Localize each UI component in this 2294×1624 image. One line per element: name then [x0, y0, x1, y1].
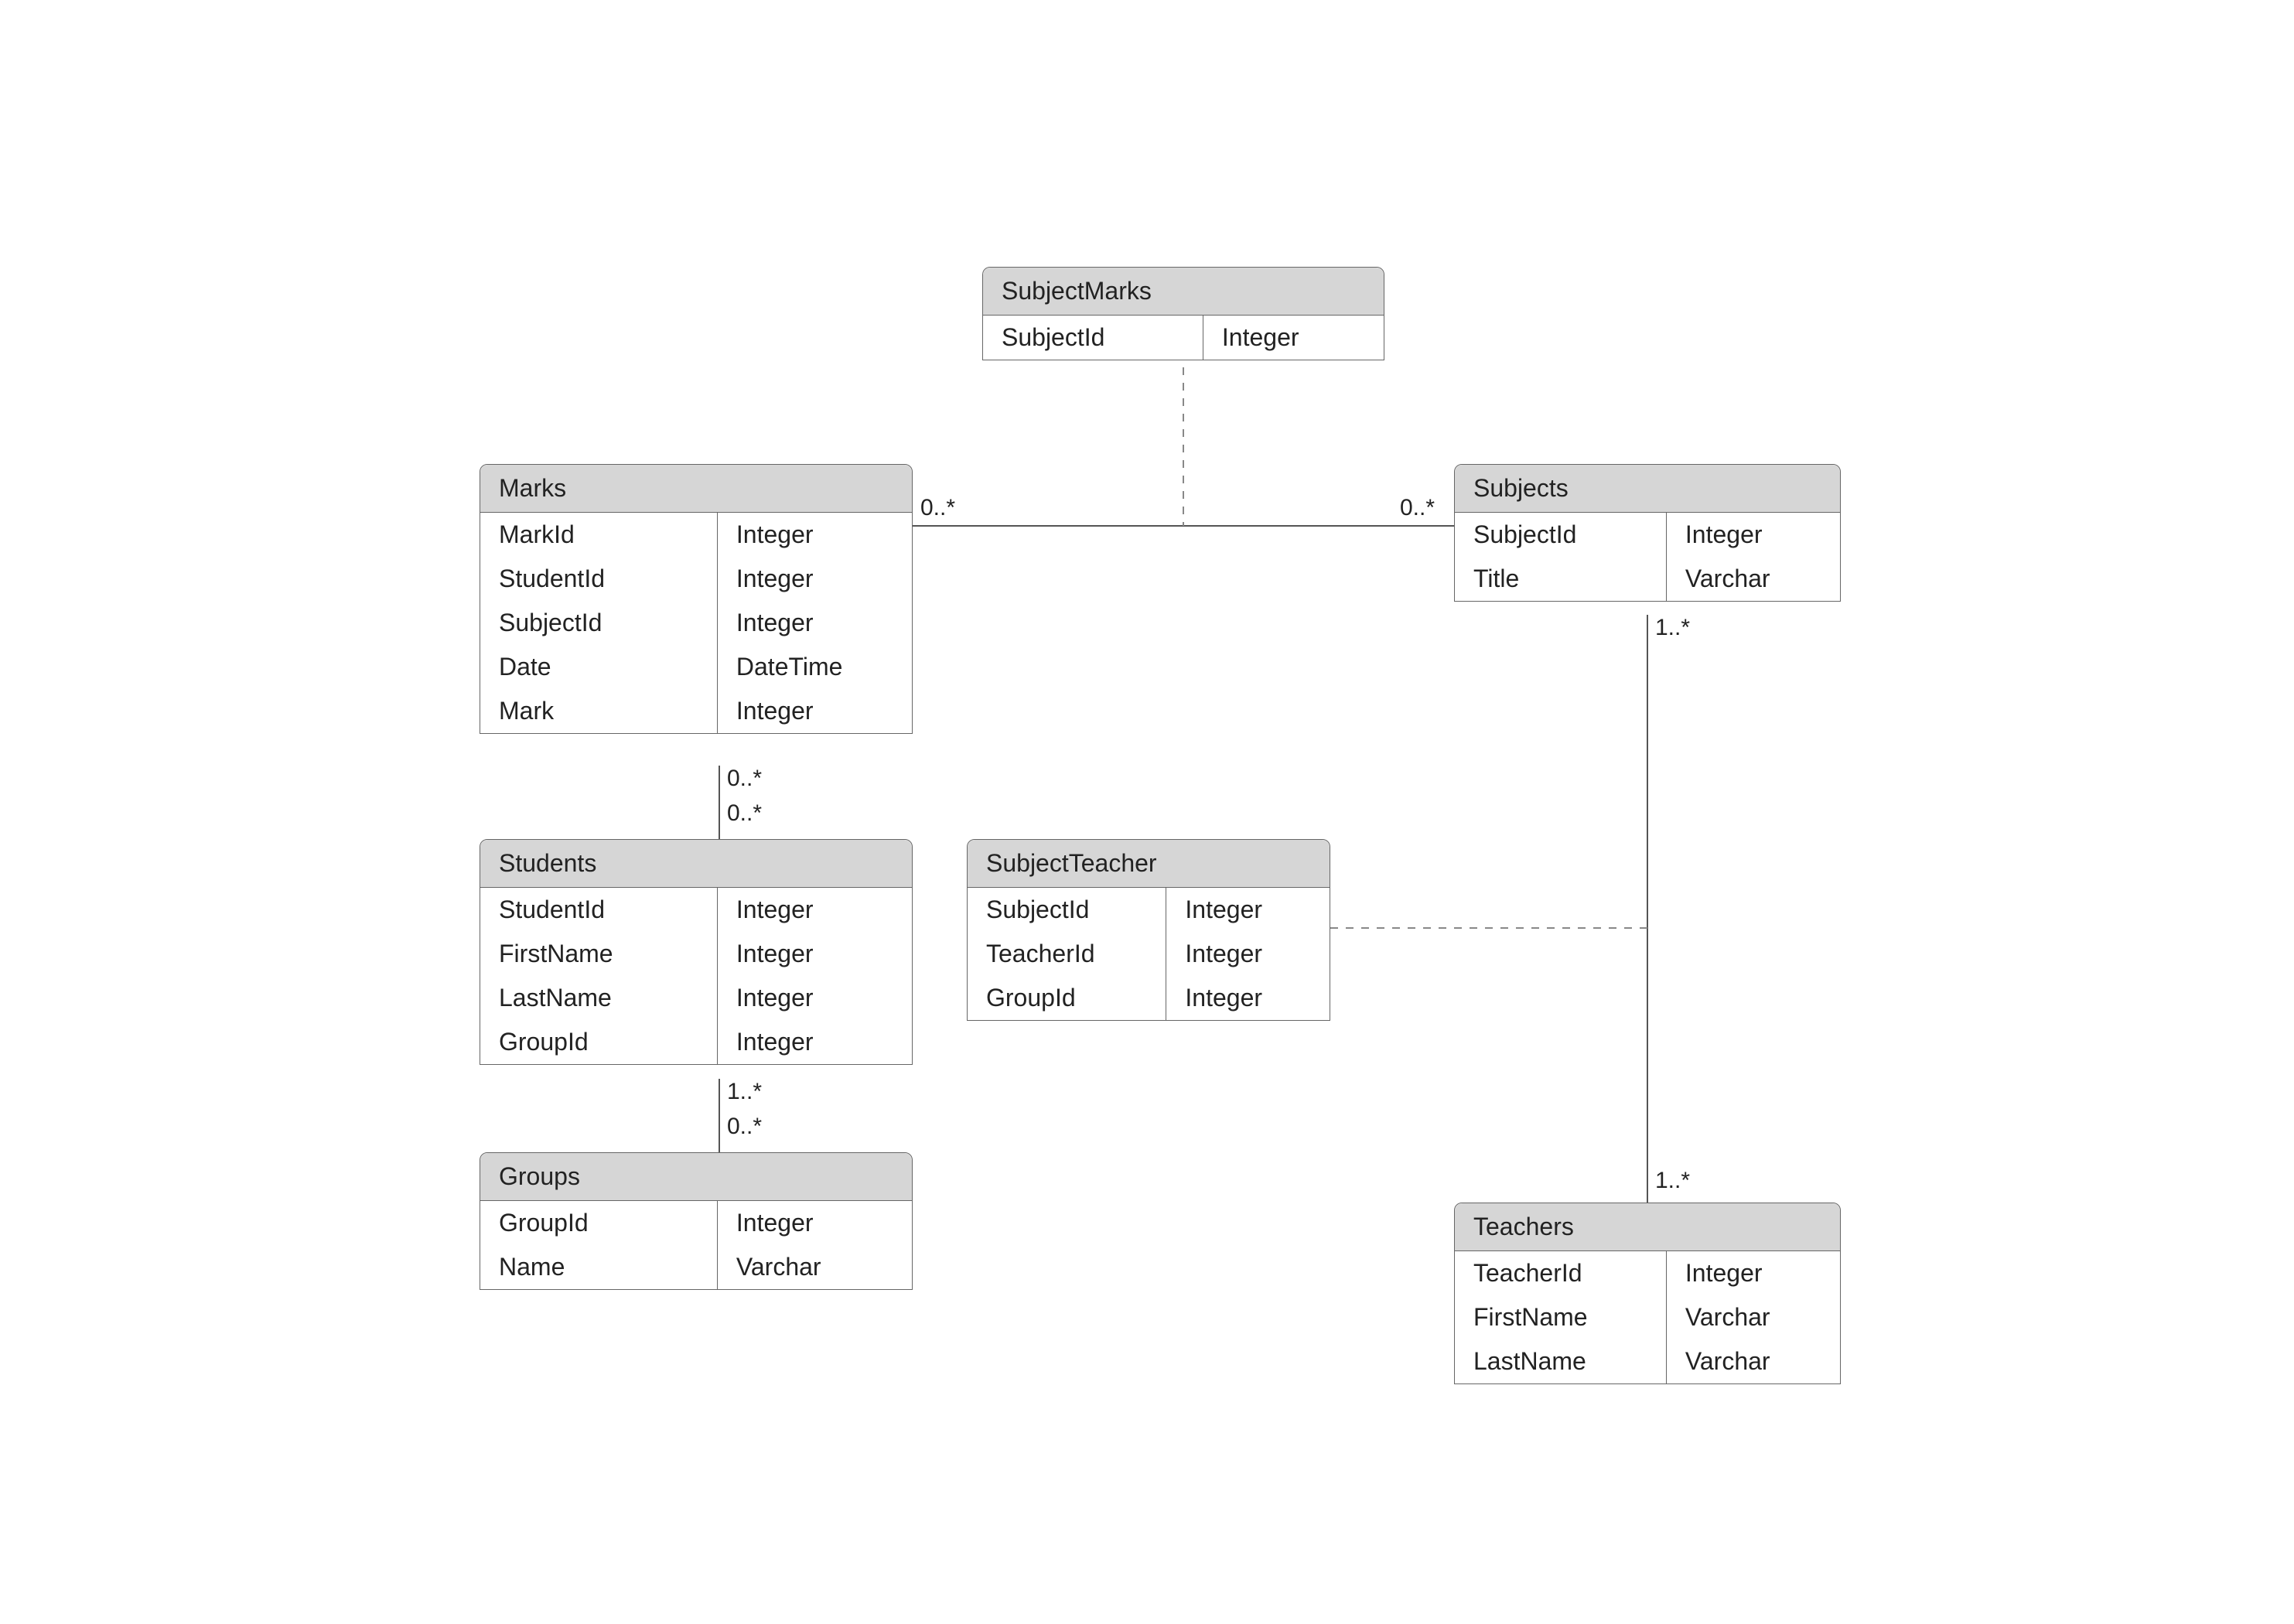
- field-name: GroupId: [968, 976, 1166, 1020]
- entity-title: Subjects: [1455, 465, 1840, 513]
- mult-groups-top: 0..*: [727, 1114, 762, 1140]
- field-type: Varchar: [1667, 1295, 1840, 1339]
- field-name: FirstName: [1455, 1295, 1667, 1339]
- field-name: GroupId: [480, 1020, 718, 1064]
- field-name: LastName: [1455, 1339, 1667, 1383]
- field-type: Integer: [718, 932, 912, 976]
- field-type: Integer: [718, 888, 912, 932]
- mult-students-top: 0..*: [727, 800, 762, 827]
- field-name: TeacherId: [968, 932, 1166, 976]
- field-type: DateTime: [718, 645, 912, 689]
- mult-marks-subjects-left: 0..*: [920, 495, 955, 521]
- entity-row: Date DateTime: [480, 645, 912, 689]
- field-name: FirstName: [480, 932, 718, 976]
- field-type: Integer: [718, 1020, 912, 1064]
- entity-row: FirstName Varchar: [1455, 1295, 1840, 1339]
- field-type: Integer: [718, 976, 912, 1020]
- field-name: SubjectId: [1455, 513, 1667, 557]
- field-type: Varchar: [718, 1245, 912, 1289]
- field-type: Integer: [718, 1201, 912, 1245]
- mult-students-bottom: 1..*: [727, 1079, 762, 1105]
- entity-title: Students: [480, 840, 912, 888]
- entity-marks: Marks MarkId Integer StudentId Integer S…: [480, 464, 913, 734]
- field-type: Integer: [1166, 976, 1330, 1020]
- entity-title: Marks: [480, 465, 912, 513]
- entity-title: Groups: [480, 1153, 912, 1201]
- entity-row: SubjectId Integer: [480, 601, 912, 645]
- field-name: GroupId: [480, 1201, 718, 1245]
- entity-row: TeacherId Integer: [1455, 1251, 1840, 1295]
- mult-marks-bottom: 0..*: [727, 766, 762, 792]
- field-type: Integer: [1203, 316, 1384, 360]
- field-name: MarkId: [480, 513, 718, 557]
- entity-row: Name Varchar: [480, 1245, 912, 1289]
- field-type: Varchar: [1667, 557, 1840, 601]
- connector-layer: [0, 0, 2294, 1624]
- field-name: SubjectId: [480, 601, 718, 645]
- entity-row: Title Varchar: [1455, 557, 1840, 601]
- field-name: StudentId: [480, 557, 718, 601]
- field-name: TeacherId: [1455, 1251, 1667, 1295]
- field-type: Integer: [1667, 513, 1840, 557]
- entity-subjectmarks: SubjectMarks SubjectId Integer: [982, 267, 1384, 360]
- field-type: Integer: [718, 601, 912, 645]
- entity-row: FirstName Integer: [480, 932, 912, 976]
- entity-row: SubjectId Integer: [968, 888, 1330, 932]
- entity-subjectteacher: SubjectTeacher SubjectId Integer Teacher…: [967, 839, 1330, 1021]
- entity-row: LastName Varchar: [1455, 1339, 1840, 1383]
- field-name: Name: [480, 1245, 718, 1289]
- field-type: Integer: [1166, 932, 1330, 976]
- er-diagram-canvas: SubjectMarks SubjectId Integer Marks Mar…: [0, 0, 2294, 1624]
- entity-row: TeacherId Integer: [968, 932, 1330, 976]
- entity-row: SubjectId Integer: [983, 316, 1384, 360]
- mult-marks-subjects-right: 0..*: [1400, 495, 1435, 521]
- entity-students: Students StudentId Integer FirstName Int…: [480, 839, 913, 1065]
- entity-row: LastName Integer: [480, 976, 912, 1020]
- entity-subjects: Subjects SubjectId Integer Title Varchar: [1454, 464, 1841, 602]
- mult-subjects-bottom: 1..*: [1655, 615, 1690, 641]
- entity-row: GroupId Integer: [480, 1020, 912, 1064]
- field-type: Integer: [718, 557, 912, 601]
- entity-row: GroupId Integer: [480, 1201, 912, 1245]
- field-name: StudentId: [480, 888, 718, 932]
- field-name: SubjectId: [968, 888, 1166, 932]
- entity-teachers: Teachers TeacherId Integer FirstName Var…: [1454, 1203, 1841, 1384]
- entity-row: StudentId Integer: [480, 557, 912, 601]
- field-type: Integer: [1667, 1251, 1840, 1295]
- entity-title: SubjectMarks: [983, 268, 1384, 316]
- field-type: Varchar: [1667, 1339, 1840, 1383]
- entity-row: MarkId Integer: [480, 513, 912, 557]
- entity-row: StudentId Integer: [480, 888, 912, 932]
- field-name: Mark: [480, 689, 718, 733]
- entity-row: Mark Integer: [480, 689, 912, 733]
- field-name: SubjectId: [983, 316, 1203, 360]
- field-name: LastName: [480, 976, 718, 1020]
- entity-title: SubjectTeacher: [968, 840, 1330, 888]
- entity-row: SubjectId Integer: [1455, 513, 1840, 557]
- field-type: Integer: [718, 689, 912, 733]
- entity-row: GroupId Integer: [968, 976, 1330, 1020]
- entity-groups: Groups GroupId Integer Name Varchar: [480, 1152, 913, 1290]
- field-type: Integer: [718, 513, 912, 557]
- field-name: Date: [480, 645, 718, 689]
- mult-teachers-top: 1..*: [1655, 1168, 1690, 1194]
- entity-title: Teachers: [1455, 1203, 1840, 1251]
- field-type: Integer: [1166, 888, 1330, 932]
- field-name: Title: [1455, 557, 1667, 601]
